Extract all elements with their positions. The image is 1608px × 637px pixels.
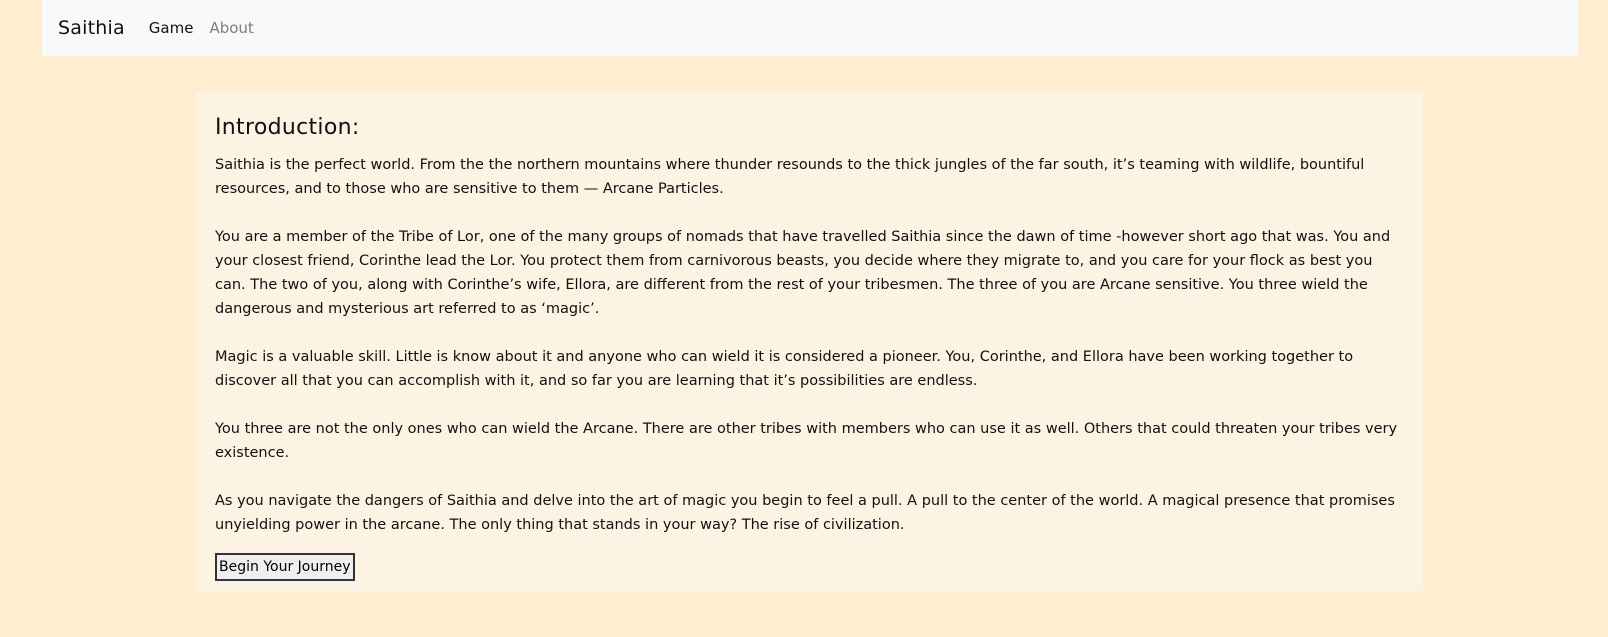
nav-link-about[interactable]: About	[209, 19, 253, 37]
intro-paragraph-5: As you navigate the dangers of Saithia a…	[215, 493, 1395, 533]
begin-journey-button[interactable]: Begin Your Journey	[215, 553, 355, 581]
brand-link[interactable]: Saithia	[58, 17, 125, 39]
intro-paragraph-2: You are a member of the Tribe of Lor, on…	[215, 229, 1391, 317]
intro-paragraph-3: Magic is a valuable skill. Little is kno…	[215, 349, 1354, 389]
intro-heading: Introduction:	[215, 115, 360, 140]
intro-paragraph-1: Saithia is the perfect world. From the t…	[215, 157, 1365, 197]
navbar: Saithia Game About	[42, 0, 1578, 56]
intro-card: Introduction: Saithia is the perfect wor…	[196, 91, 1423, 591]
intro-paragraph-4: You three are not the only ones who can …	[215, 421, 1398, 461]
nav-link-game[interactable]: Game	[149, 19, 194, 37]
